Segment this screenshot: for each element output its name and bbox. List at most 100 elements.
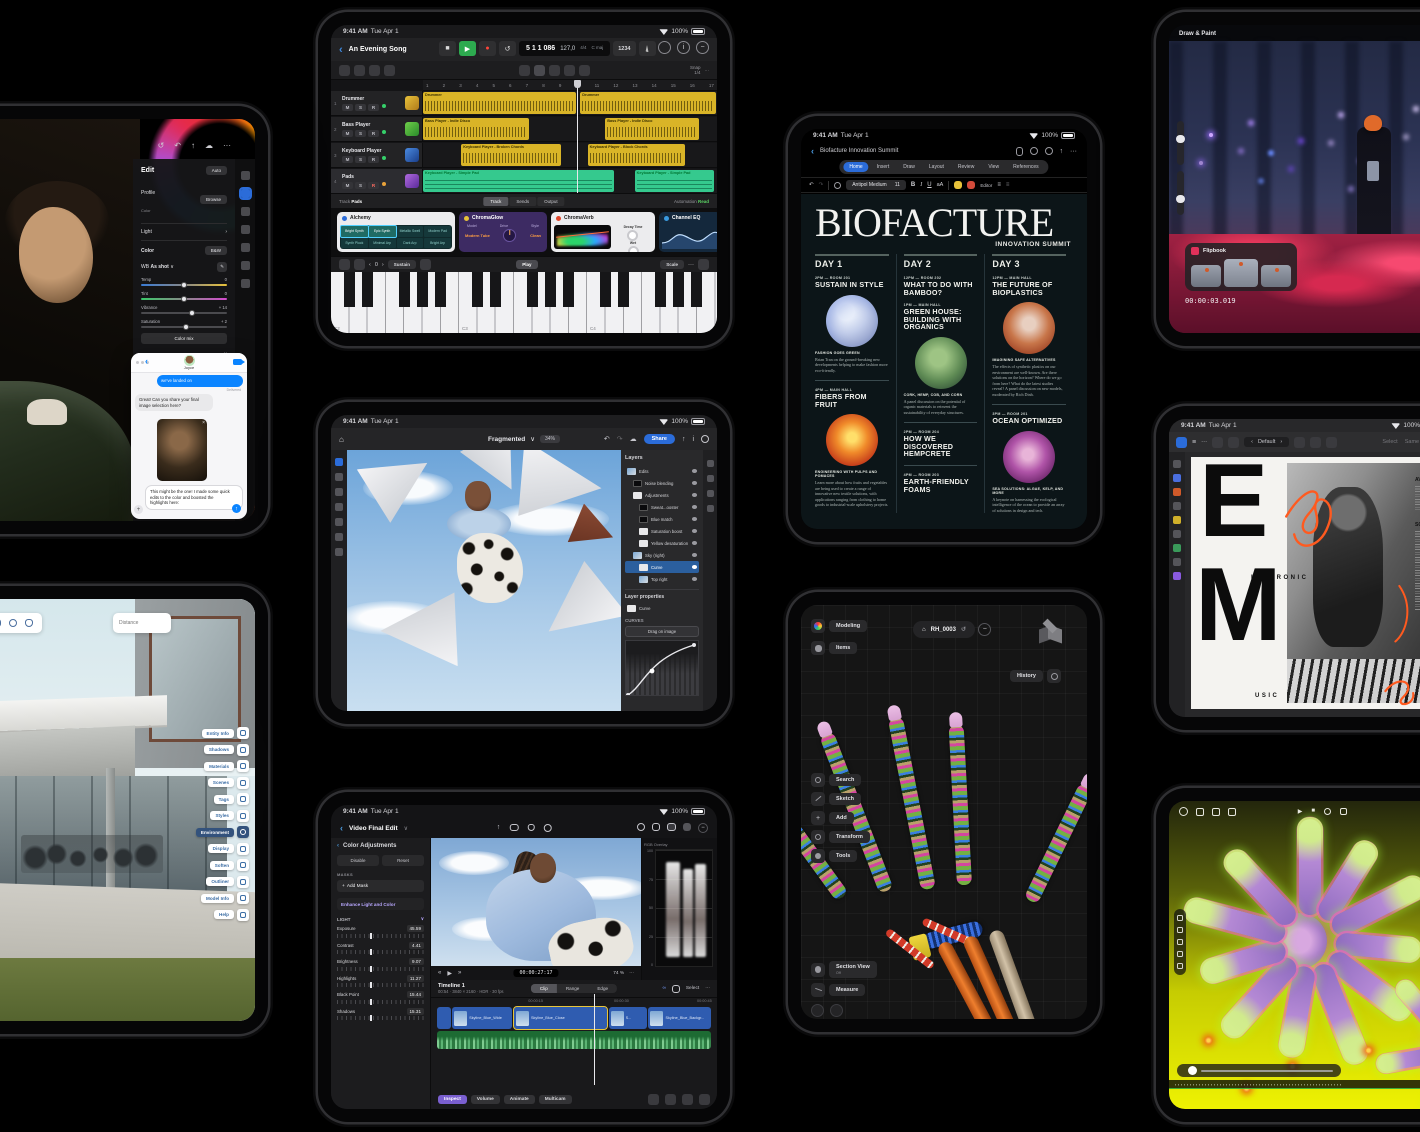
settings-gear-icon[interactable] bbox=[9, 619, 17, 627]
color-icon[interactable] bbox=[637, 823, 645, 831]
track-bass[interactable]: 2 Bass Player MSR Bass Player - Indie Di… bbox=[331, 117, 717, 142]
lock-icon[interactable] bbox=[420, 259, 431, 270]
power-icon[interactable] bbox=[556, 216, 561, 221]
bar-ruler[interactable]: 1234567891011121314151617 bbox=[423, 80, 717, 91]
viewer[interactable]: « ▶ » 00:00:27:17 74 %··· bbox=[431, 838, 641, 980]
track-lane[interactable]: Drummer Drummer bbox=[423, 91, 717, 115]
overwrite-icon[interactable] bbox=[672, 985, 680, 993]
text-tool-icon[interactable] bbox=[1173, 558, 1181, 566]
project-title[interactable]: Video Final Edit bbox=[349, 825, 398, 832]
transport-display[interactable]: 5 1 1 086 127,0 4/4 C maj bbox=[519, 41, 610, 56]
compose-field[interactable]: This might be the one! I made some quick… bbox=[145, 485, 243, 510]
undo-icon[interactable]: ↶ bbox=[174, 141, 181, 150]
isolate-icon[interactable] bbox=[811, 1004, 824, 1017]
next-icon[interactable]: » bbox=[458, 970, 461, 976]
timeline-ruler[interactable]: 00:00:15 00:00:30 00:00:45 bbox=[431, 997, 717, 1006]
render-play-icon[interactable]: ▶ bbox=[1298, 808, 1303, 815]
layer-row[interactable]: Sky (right) bbox=[625, 549, 699, 561]
render-flower[interactable] bbox=[1199, 841, 1399, 1041]
mode-edge[interactable]: Edge bbox=[588, 984, 617, 993]
region[interactable]: Keyboard Player - Block Chords bbox=[588, 144, 685, 166]
sketch-button[interactable]: Sketch bbox=[811, 792, 870, 806]
healing-icon[interactable] bbox=[241, 225, 250, 234]
auto-button[interactable]: Auto bbox=[206, 166, 227, 175]
numbered-list-icon[interactable]: ≡ bbox=[1006, 182, 1010, 188]
app-icon[interactable] bbox=[1176, 437, 1187, 448]
materials-button[interactable]: Materials bbox=[204, 760, 249, 772]
font-selector[interactable]: Antipol Medium11 bbox=[846, 180, 906, 190]
bw-button[interactable]: B&W bbox=[205, 246, 227, 255]
track-drummer[interactable]: 1 Drummer MSR Drummer Drummer bbox=[331, 91, 717, 116]
canvas[interactable] bbox=[347, 450, 621, 711]
home-icon[interactable]: ⌂ bbox=[339, 435, 344, 444]
tint-slider[interactable]: Tint0 bbox=[141, 291, 227, 300]
section-view-button[interactable]: Section ViewOff bbox=[811, 961, 877, 978]
select-button[interactable]: Select bbox=[686, 986, 699, 991]
solo-button[interactable]: S bbox=[355, 104, 366, 111]
ideas-icon[interactable] bbox=[834, 182, 841, 189]
more-icon[interactable]: ··· bbox=[705, 68, 710, 73]
mixer-view-icon[interactable] bbox=[354, 65, 365, 76]
power-icon[interactable] bbox=[664, 216, 669, 221]
flip-icon[interactable] bbox=[1310, 437, 1321, 448]
flipbook-panel[interactable]: Flipbook bbox=[1185, 243, 1297, 291]
masking-icon[interactable] bbox=[241, 243, 250, 252]
history-icon[interactable] bbox=[707, 505, 714, 512]
export-icon[interactable]: ↑ bbox=[682, 436, 686, 443]
viewer-zoom[interactable]: 74 % bbox=[613, 971, 624, 976]
share-button[interactable]: Share bbox=[644, 434, 675, 444]
layer-row[interactable]: Saturation boost bbox=[625, 525, 699, 537]
multicam-tab[interactable]: Multicam bbox=[539, 1095, 572, 1104]
solo-button[interactable]: S bbox=[355, 156, 366, 163]
more-icon[interactable]: ··· bbox=[223, 141, 231, 150]
contrast-slider[interactable]: Contrast4.41 bbox=[337, 942, 424, 955]
info-icon[interactable]: i bbox=[692, 436, 694, 443]
layer-row[interactable]: Edits bbox=[625, 465, 699, 477]
color-section[interactable]: Color bbox=[141, 248, 154, 254]
text-effects-icon[interactable]: aA bbox=[937, 182, 944, 188]
record-button[interactable]: ● bbox=[479, 41, 496, 56]
more-icon[interactable]: ··· bbox=[705, 986, 710, 991]
record-enable-button[interactable]: R bbox=[368, 104, 379, 111]
lock-icon[interactable] bbox=[1196, 808, 1204, 816]
lightbulb-icon[interactable] bbox=[1030, 147, 1038, 155]
poster-canvas[interactable]: E LECTRONIC M USIC AV SO bbox=[1191, 457, 1420, 709]
timeline-playhead[interactable] bbox=[594, 994, 595, 1085]
mute-button[interactable]: M bbox=[342, 156, 353, 163]
track-lane[interactable]: Keyboard Player - Simple Pad Keyboard Pl… bbox=[423, 169, 717, 193]
model-info-button[interactable]: Model Info bbox=[201, 892, 249, 904]
tab-references[interactable]: References bbox=[1007, 162, 1045, 172]
record-voiceover-icon[interactable] bbox=[543, 824, 551, 832]
temp-slider[interactable]: Temp0 bbox=[141, 277, 227, 286]
view-cube[interactable] bbox=[1039, 623, 1061, 645]
inspect-tab[interactable]: Inspect bbox=[438, 1095, 467, 1104]
preset-button[interactable]: Bright Arp bbox=[424, 238, 451, 249]
fill-tool-icon[interactable] bbox=[1173, 516, 1181, 524]
tags-button[interactable]: Tags bbox=[214, 793, 249, 805]
tab-home[interactable]: Home bbox=[843, 162, 868, 172]
clone-tool-icon[interactable] bbox=[335, 518, 343, 526]
redo-icon[interactable]: ↷ bbox=[819, 182, 824, 188]
audio-track[interactable] bbox=[437, 1031, 711, 1049]
brush-tool-icon[interactable] bbox=[1173, 488, 1181, 496]
keyboard-mode-icon[interactable] bbox=[339, 259, 350, 270]
highlights-slider[interactable]: Highlights11.27 bbox=[337, 975, 424, 988]
plugin-chromaglow[interactable]: ChromaGlow ModelDriveStyle Modern Tube C… bbox=[459, 212, 547, 252]
tab-layout[interactable]: Layout bbox=[923, 162, 950, 172]
editors-icon[interactable] bbox=[369, 65, 380, 76]
solo-button[interactable]: S bbox=[355, 182, 366, 189]
shadows-slider[interactable]: Shadows15.31 bbox=[337, 1008, 424, 1021]
measurement-input[interactable] bbox=[113, 613, 171, 633]
brightness-slider[interactable]: Brightness9.07 bbox=[337, 958, 424, 971]
layer-row[interactable]: Yellow desaturation bbox=[625, 537, 699, 549]
search-button[interactable]: Search bbox=[811, 773, 870, 787]
tab-review[interactable]: Review bbox=[952, 162, 980, 172]
mute-clip-icon[interactable] bbox=[665, 1094, 676, 1105]
playhead[interactable] bbox=[577, 80, 578, 193]
visibility-eye-icon[interactable] bbox=[692, 529, 697, 533]
fullwidth-keys-icon[interactable] bbox=[698, 259, 709, 270]
region[interactable]: Keyboard Player - Simple Pad bbox=[423, 170, 614, 192]
track-keys[interactable]: 3 Keyboard Player MSR Keyboard Player - … bbox=[331, 143, 717, 168]
clip[interactable] bbox=[437, 1007, 451, 1029]
render-stop-icon[interactable]: ■ bbox=[1311, 808, 1315, 815]
